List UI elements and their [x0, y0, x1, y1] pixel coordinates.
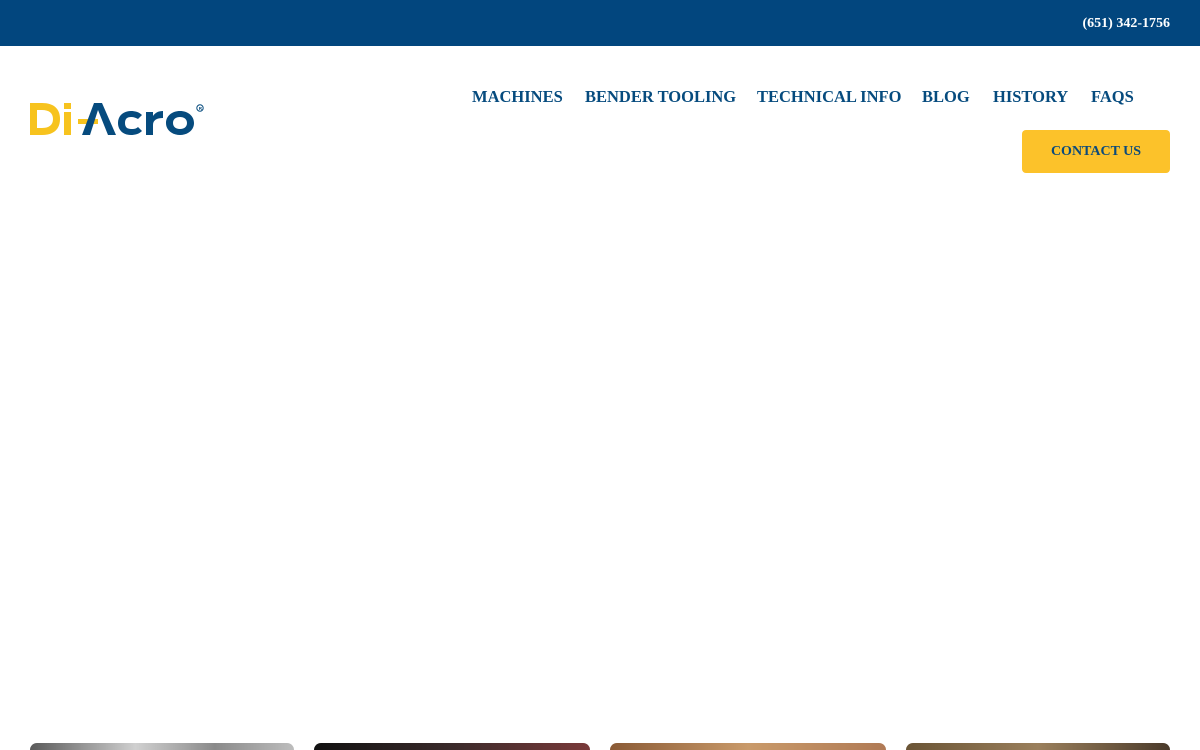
nav-item-history[interactable]: HISTORY	[993, 87, 1068, 107]
logo-letter-i-dot	[64, 103, 71, 109]
feature-card-image[interactable]	[610, 743, 886, 750]
contact-us-button[interactable]: CONTACT US	[1022, 130, 1170, 173]
feature-card-image[interactable]	[30, 743, 294, 750]
logo-letter-d	[30, 103, 60, 135]
nav-item-bender-tooling[interactable]: BENDER TOOLING	[585, 87, 736, 107]
nav-item-blog[interactable]: BLOG	[922, 87, 970, 107]
logo-letter-o	[166, 111, 194, 135]
diacro-logo: R	[30, 103, 204, 135]
feature-cards	[0, 743, 1200, 750]
logo-letter-c	[118, 111, 142, 135]
nav-item-technical-info[interactable]: TECHNICAL INFO	[757, 87, 901, 107]
nav-item-faqs[interactable]: FAQS	[1091, 87, 1134, 107]
main-nav: MACHINES BENDER TOOLING TECHNICAL INFO B…	[460, 87, 1170, 107]
phone-link[interactable]: (651) 342-1756	[1083, 15, 1171, 33]
nav-item-machines[interactable]: MACHINES	[472, 87, 563, 107]
feature-card-image[interactable]	[906, 743, 1170, 750]
logo-letter-r	[146, 111, 163, 135]
logo-letter-i	[64, 112, 71, 135]
top-bar: (651) 342-1756	[0, 0, 1200, 46]
feature-card-image[interactable]	[314, 743, 590, 750]
